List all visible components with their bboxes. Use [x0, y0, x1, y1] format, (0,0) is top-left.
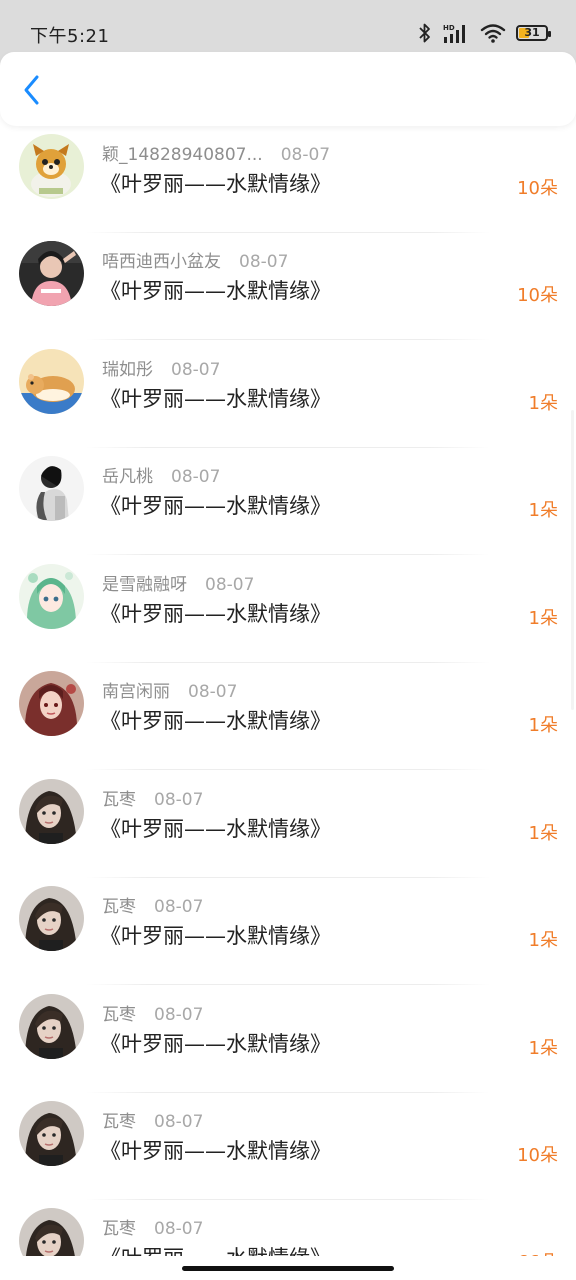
- flower-count: 1朵: [528, 823, 558, 844]
- list-item[interactable]: 瓦枣 08-07 《叶罗丽——水默情缘》 1朵: [0, 986, 576, 1093]
- user-info: 瓦枣 08-07: [102, 1107, 203, 1132]
- avatar[interactable]: [19, 241, 84, 306]
- gift-date: 08-07: [171, 467, 221, 487]
- work-title: 《叶罗丽——水默情缘》: [100, 709, 331, 733]
- divider: [86, 769, 490, 770]
- divider: [86, 554, 490, 555]
- list-item[interactable]: 是雪融融呀 08-07 《叶罗丽——水默情缘》 1朵: [0, 556, 576, 663]
- gift-date: 08-07: [239, 252, 289, 272]
- avatar[interactable]: [19, 886, 84, 951]
- gift-date: 08-07: [154, 897, 204, 917]
- avatar[interactable]: [19, 1208, 84, 1256]
- status-time: 下午5:21: [30, 26, 110, 47]
- gift-date: 08-07: [280, 145, 331, 165]
- user-name[interactable]: 瓦枣: [102, 790, 136, 810]
- gift-date: 08-07: [154, 1112, 204, 1132]
- work-title: 《叶罗丽——水默情缘》: [100, 387, 331, 411]
- avatar[interactable]: [19, 349, 84, 414]
- flower-count: 10朵: [517, 285, 558, 306]
- user-info: 颖_14828940807... 08-07: [102, 140, 330, 165]
- list-item[interactable]: 瓦枣 08-07 《叶罗丽——水默情缘》 1朵: [0, 771, 576, 878]
- user-info: 唔西迪西小盆友 08-07: [102, 247, 288, 272]
- gift-date: 08-07: [154, 1219, 204, 1239]
- divider: [86, 984, 490, 985]
- flower-count: 1朵: [528, 930, 558, 951]
- work-title: 《叶罗丽——水默情缘》: [100, 279, 331, 303]
- user-name[interactable]: 是雪融融呀: [102, 575, 187, 595]
- list-item[interactable]: 南宫闲丽 08-07 《叶罗丽——水默情缘》 1朵: [0, 663, 576, 770]
- user-name[interactable]: 瓦枣: [102, 1112, 136, 1132]
- gift-date: 08-07: [188, 682, 238, 702]
- flower-count: 1朵: [528, 608, 558, 629]
- user-info: 瓦枣 08-07: [102, 785, 203, 810]
- user-name[interactable]: 瓦枣: [102, 1219, 136, 1239]
- hd-signal-icon: HD: [443, 24, 465, 43]
- avatar[interactable]: [19, 564, 84, 629]
- avatar[interactable]: [19, 456, 84, 521]
- user-name[interactable]: 瓦枣: [102, 897, 136, 917]
- battery-icon: 31: [516, 25, 551, 41]
- status-icons: HD 31: [418, 20, 551, 46]
- flower-count: 66朵: [517, 1248, 558, 1256]
- list-item[interactable]: 瑞如彤 08-07 《叶罗丽——水默情缘》 1朵: [0, 341, 576, 448]
- user-name[interactable]: 岳凡桃: [102, 467, 153, 487]
- user-info: 南宫闲丽 08-07: [102, 677, 237, 702]
- user-name[interactable]: 唔西迪西小盆友: [102, 252, 221, 272]
- divider: [86, 339, 490, 340]
- user-info: 是雪融融呀 08-07: [102, 570, 254, 595]
- list-item[interactable]: 岳凡桃 08-07 《叶罗丽——水默情缘》 1朵: [0, 448, 576, 555]
- user-info: 瓦枣 08-07: [102, 892, 203, 917]
- avatar[interactable]: [19, 1101, 84, 1166]
- flower-count: 1朵: [528, 715, 558, 736]
- avatar[interactable]: [19, 994, 84, 1059]
- work-title: 《叶罗丽——水默情缘》: [100, 494, 331, 518]
- user-name[interactable]: 南宫闲丽: [102, 682, 170, 702]
- user-info: 瑞如彤 08-07: [102, 355, 220, 380]
- user-info: 瓦枣 08-07: [102, 1000, 203, 1025]
- list-item[interactable]: 唔西迪西小盆友 08-07 《叶罗丽——水默情缘》 10朵: [0, 233, 576, 340]
- bluetooth-icon: [419, 23, 430, 43]
- user-info: 瓦枣 08-07: [102, 1214, 203, 1239]
- flower-count: 10朵: [517, 178, 558, 199]
- user-name[interactable]: 颖_14828940807...: [102, 145, 263, 165]
- avatar[interactable]: [19, 779, 84, 844]
- flower-count: 10朵: [517, 1145, 558, 1166]
- gift-list[interactable]: 颖_14828940807... 08-07 《叶罗丽——水默情缘》 10朵 唔西迪西小…: [0, 126, 576, 1256]
- work-title: 《叶罗丽——水默情缘》: [100, 602, 331, 626]
- flower-count: 1朵: [528, 1038, 558, 1059]
- work-title: 《叶罗丽——水默情缘》: [100, 924, 331, 948]
- work-title: 《叶罗丽——水默情缘》: [100, 1242, 331, 1256]
- scrollbar: [571, 410, 574, 710]
- list-item[interactable]: 瓦枣 08-07 《叶罗丽——水默情缘》 66朵: [0, 1200, 576, 1256]
- back-button[interactable]: [14, 70, 50, 110]
- svg-text:HD: HD: [443, 24, 455, 32]
- gift-date: 08-07: [154, 790, 204, 810]
- header-bar: [0, 52, 576, 126]
- battery-level: 31: [524, 26, 540, 39]
- avatar[interactable]: [19, 134, 84, 199]
- list-item[interactable]: 瓦枣 08-07 《叶罗丽——水默情缘》 1朵: [0, 878, 576, 985]
- gift-date: 08-07: [154, 1005, 204, 1025]
- work-title: 《叶罗丽——水默情缘》: [100, 1032, 331, 1056]
- work-title: 《叶罗丽——水默情缘》: [100, 1139, 331, 1163]
- list-item[interactable]: 瓦枣 08-07 《叶罗丽——水默情缘》 10朵: [0, 1093, 576, 1200]
- user-name[interactable]: 瓦枣: [102, 1005, 136, 1025]
- work-title: 《叶罗丽——水默情缘》: [100, 172, 331, 196]
- work-title: 《叶罗丽——水默情缘》: [100, 817, 331, 841]
- flower-count: 1朵: [528, 500, 558, 521]
- chevron-left-icon: [24, 75, 39, 105]
- gift-date: 08-07: [171, 360, 221, 380]
- list-item[interactable]: 颖_14828940807... 08-07 《叶罗丽——水默情缘》 10朵: [0, 126, 576, 233]
- flower-count: 1朵: [528, 393, 558, 414]
- wifi-icon: [480, 24, 506, 43]
- avatar[interactable]: [19, 671, 84, 736]
- user-info: 岳凡桃 08-07: [102, 462, 220, 487]
- gift-date: 08-07: [205, 575, 255, 595]
- home-indicator[interactable]: [182, 1266, 394, 1271]
- user-name[interactable]: 瑞如彤: [102, 360, 153, 380]
